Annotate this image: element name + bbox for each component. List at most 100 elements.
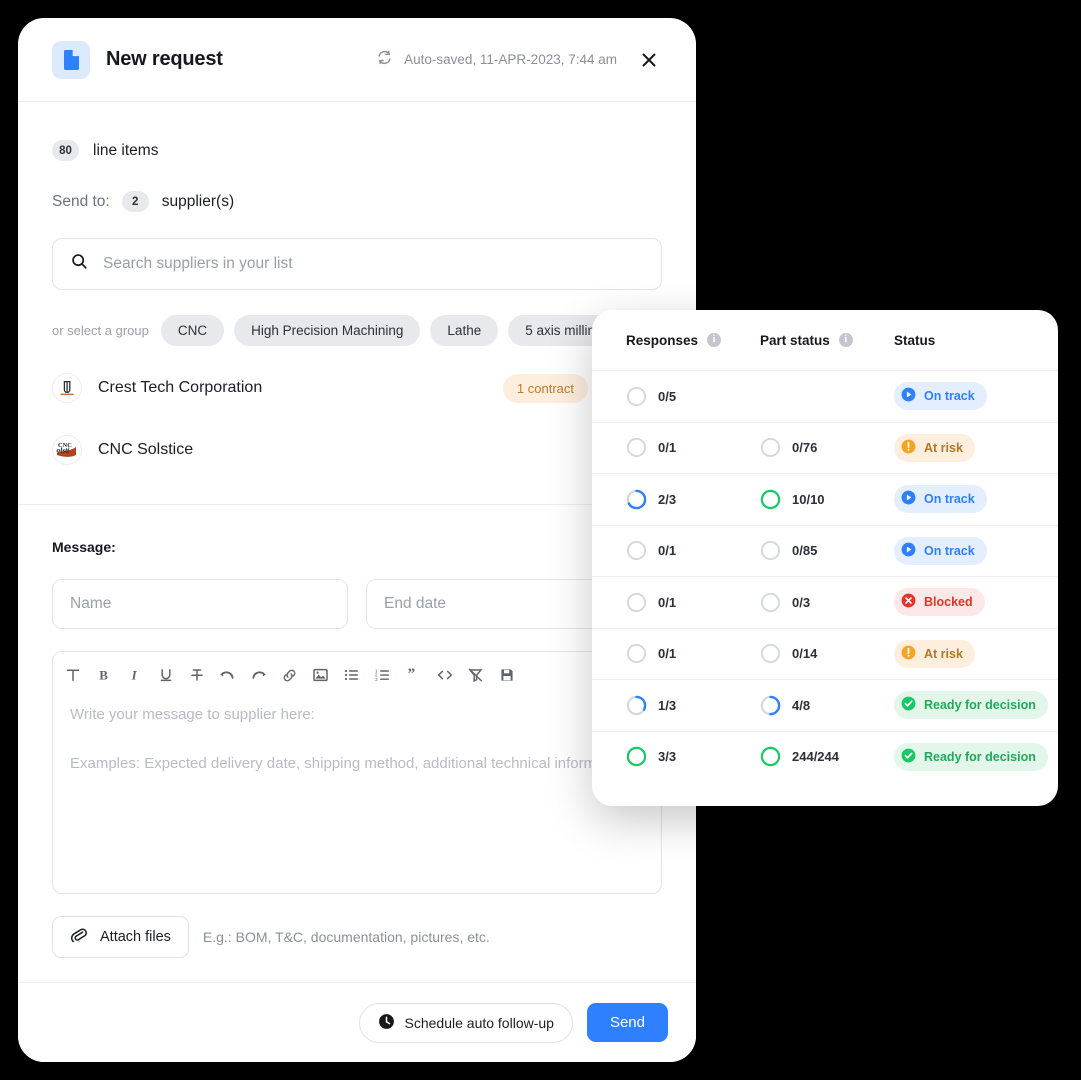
- part-status-progress-ring: [760, 746, 781, 767]
- svg-text:I: I: [130, 667, 137, 682]
- text-format-icon[interactable]: [57, 661, 88, 689]
- responses-cell: 3/3: [626, 746, 760, 767]
- bullet-list-icon[interactable]: [336, 661, 367, 689]
- message-fields: Name End date: [52, 579, 662, 629]
- status-badge[interactable]: Ready for decision: [894, 691, 1048, 720]
- status-cell: On track: [894, 485, 987, 514]
- part-status-value: 0/3: [792, 594, 811, 610]
- responses-value: 0/1: [658, 594, 677, 610]
- group-chip-high-precision-machining[interactable]: High Precision Machining: [234, 315, 421, 346]
- status-badge[interactable]: At risk: [894, 433, 975, 462]
- status-badge-label: Ready for decision: [924, 698, 1036, 713]
- status-badge[interactable]: On track: [894, 382, 987, 411]
- search-input[interactable]: Search suppliers in your list: [52, 238, 662, 290]
- numbered-list-icon[interactable]: 123: [367, 661, 398, 689]
- part-status-value: 0/14: [792, 646, 818, 662]
- supplier-row[interactable]: Crest Tech Corporation 1 contract ML A: [52, 368, 662, 408]
- play-circle-icon: [901, 542, 916, 560]
- crest-tech-logo: [52, 373, 82, 403]
- table-row[interactable]: 0/1 0/3 Blocked: [592, 576, 1058, 628]
- strikethrough-icon[interactable]: [181, 661, 212, 689]
- image-icon[interactable]: [305, 661, 336, 689]
- message-editor[interactable]: B I 1 2 3 ” Write your message to suppli…: [52, 651, 662, 894]
- responses-progress-ring: [626, 489, 647, 510]
- send-to-label: Send to:: [52, 192, 110, 210]
- send-to-row: Send to: 2 supplier(s): [52, 191, 662, 212]
- screen: New request Auto-saved, 11-APR-2023, 7:4…: [0, 0, 1081, 1080]
- link-icon[interactable]: [274, 661, 305, 689]
- cnc-solstice-logo: CNC olsti: [52, 435, 82, 465]
- responses-progress-ring: [626, 386, 647, 407]
- card-footer: Schedule auto follow-up Send: [18, 982, 696, 1062]
- table-row[interactable]: 0/1 0/76 At risk: [592, 421, 1058, 474]
- editor-placeholder-line1: Write your message to supplier here:: [70, 706, 315, 723]
- supplier-row[interactable]: CNC olsti CNC Solstice AS Q: [52, 430, 662, 470]
- play-circle-icon: [901, 490, 916, 508]
- code-icon[interactable]: [429, 661, 460, 689]
- part-status-cell: 10/10: [760, 489, 894, 510]
- table-row[interactable]: 0/5 On track: [592, 370, 1058, 422]
- status-badge[interactable]: On track: [894, 485, 987, 514]
- send-button[interactable]: Send: [586, 1003, 668, 1042]
- column-header-part-status-label: Part status: [760, 332, 830, 348]
- line-items-count: 80: [52, 140, 79, 161]
- attach-row: Attach files E.g.: BOM, T&C, documentati…: [52, 916, 662, 958]
- responses-cell: 0/1: [626, 643, 760, 664]
- status-cell: Ready for decision: [894, 742, 1048, 771]
- group-chip-row: or select a group CNC High Precision Mac…: [52, 315, 691, 346]
- name-field[interactable]: Name: [52, 579, 348, 629]
- part-status-value: 244/244: [792, 749, 839, 765]
- status-badge[interactable]: At risk: [894, 639, 975, 668]
- contract-badge: 1 contract: [502, 373, 588, 403]
- group-chip-cnc[interactable]: CNC: [160, 315, 225, 346]
- line-items-label: line items: [93, 141, 159, 159]
- editor-content[interactable]: Write your message to supplier here: Exa…: [53, 695, 661, 784]
- group-chip-lathe[interactable]: Lathe: [430, 315, 499, 346]
- table-row[interactable]: 3/3 244/244 Ready for decision: [592, 730, 1058, 783]
- attach-files-button[interactable]: Attach files: [52, 916, 189, 958]
- close-icon[interactable]: [636, 47, 662, 73]
- clear-format-icon[interactable]: [460, 661, 491, 689]
- status-badge[interactable]: On track: [894, 536, 987, 565]
- undo-icon[interactable]: [212, 661, 243, 689]
- sync-icon: [376, 49, 393, 71]
- play-circle-icon: [901, 387, 916, 405]
- status-badge[interactable]: Blocked: [894, 588, 985, 617]
- warning-circle-icon: [901, 645, 916, 663]
- table-row[interactable]: 0/1 0/85 On track: [592, 524, 1058, 577]
- info-icon[interactable]: i: [707, 333, 722, 347]
- status-cell: At risk: [894, 639, 975, 668]
- part-status-progress-ring: [760, 437, 781, 458]
- status-cell: On track: [894, 382, 987, 411]
- save-icon[interactable]: [491, 661, 522, 689]
- supplier-name: Crest Tech Corporation: [98, 379, 263, 396]
- responses-cell: 0/1: [626, 437, 760, 458]
- check-circle-icon: [901, 696, 916, 714]
- table-row[interactable]: 0/1 0/14 At risk: [592, 627, 1058, 680]
- group-row-label: or select a group: [52, 323, 149, 338]
- responses-cell: 0/1: [626, 540, 760, 561]
- redo-icon[interactable]: [243, 661, 274, 689]
- underline-icon[interactable]: [150, 661, 181, 689]
- info-icon[interactable]: i: [838, 333, 853, 347]
- warning-circle-icon: [901, 439, 916, 457]
- table-row[interactable]: 2/3 10/10 On track: [592, 473, 1058, 525]
- search-icon: [71, 253, 88, 275]
- card-header: New request Auto-saved, 11-APR-2023, 7:4…: [18, 18, 696, 102]
- table-row[interactable]: 1/3 4/8 Ready for decision: [592, 679, 1058, 731]
- svg-text:”: ”: [408, 667, 416, 682]
- svg-text:3: 3: [375, 677, 378, 682]
- overlay-row-list: 0/5 On track 0/1 0/76 At risk 2/3 10/10 On trac…: [592, 370, 1058, 782]
- responses-value: 0/1: [658, 440, 677, 456]
- part-status-cell: 4/8: [760, 695, 894, 716]
- quote-icon[interactable]: ”: [398, 661, 429, 689]
- svg-text:B: B: [99, 667, 108, 682]
- bold-icon[interactable]: B: [88, 661, 119, 689]
- italic-icon[interactable]: I: [119, 661, 150, 689]
- status-badge-label: At risk: [924, 440, 963, 455]
- status-badge[interactable]: Ready for decision: [894, 742, 1048, 771]
- schedule-follow-up-button[interactable]: Schedule auto follow-up: [358, 1002, 573, 1043]
- part-status-progress-ring: [760, 592, 781, 613]
- status-badge-label: On track: [924, 543, 975, 558]
- message-label: Message:: [52, 539, 116, 555]
